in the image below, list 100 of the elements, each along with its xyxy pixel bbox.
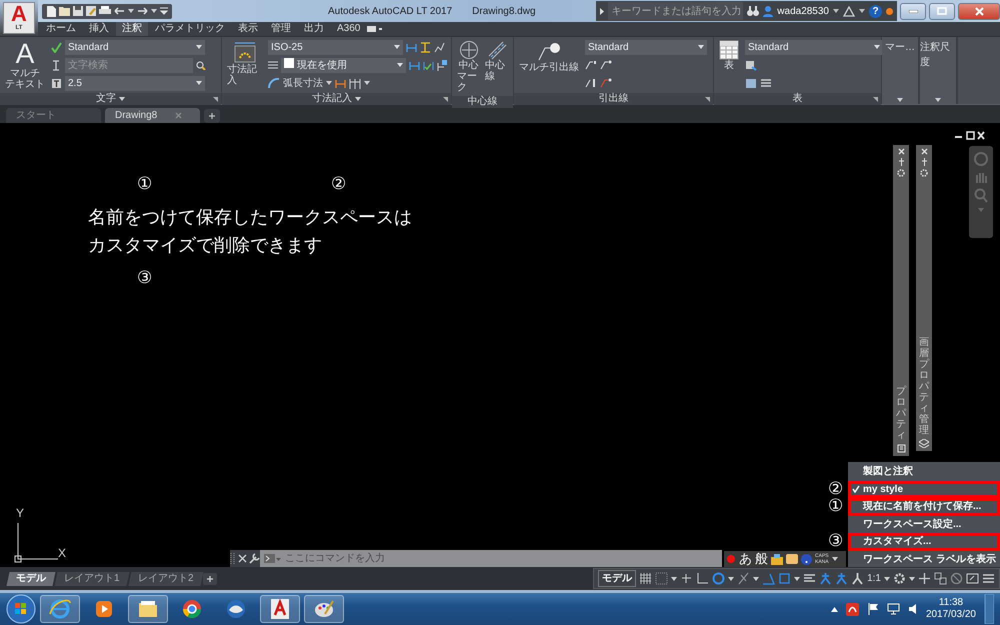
caret-icon[interactable] — [874, 45, 880, 49]
align-leader-icon[interactable] — [585, 78, 597, 88]
grid-icon[interactable] — [639, 572, 652, 585]
pin-icon[interactable] — [920, 158, 928, 166]
caret-icon[interactable] — [909, 576, 915, 580]
ribbon-tab[interactable]: 挿入 — [83, 22, 115, 36]
notebook-icon[interactable] — [786, 554, 798, 564]
printer-icon[interactable] — [99, 6, 111, 16]
toolbox-icon[interactable] — [771, 554, 783, 564]
search-field[interactable]: キーワードまたは語句を入力 — [608, 2, 744, 20]
plus-icon[interactable] — [918, 572, 931, 585]
layout-tab[interactable]: レイアウト1 — [54, 572, 130, 586]
inspect-icon[interactable] — [437, 60, 448, 70]
add-leader-icon[interactable] — [585, 60, 597, 70]
dialog-launcher-icon[interactable] — [213, 97, 218, 102]
panel-title-bar[interactable]: 表 — [714, 93, 881, 105]
text-find-icon[interactable] — [51, 60, 62, 70]
palette-strip[interactable]: プロパティ — [893, 145, 909, 456]
figure-icon[interactable] — [835, 572, 848, 585]
show-desktop-icon[interactable] — [984, 594, 994, 624]
close-icon[interactable] — [236, 554, 248, 563]
figure-icon[interactable] — [819, 572, 832, 585]
ribbon-tab[interactable]: A360 — [331, 22, 366, 36]
taskbar-button[interactable] — [260, 595, 300, 623]
panel-title-bar[interactable]: 寸法記入 — [222, 93, 451, 105]
multiline-text-button[interactable]: A マルチ テキスト — [3, 39, 47, 91]
menu-item[interactable]: 現在に名前を付けて保存... — [848, 498, 1000, 516]
caret-icon[interactable] — [196, 45, 202, 49]
triangle-network-icon[interactable] — [843, 6, 855, 16]
caret-icon[interactable] — [794, 576, 800, 580]
circle-icon[interactable] — [712, 572, 726, 585]
save-icon[interactable] — [73, 6, 83, 16]
dialog-launcher-icon[interactable] — [705, 97, 710, 102]
dimension-icon[interactable] — [334, 78, 346, 88]
redo-icon[interactable] — [137, 7, 148, 15]
caret-icon[interactable] — [326, 81, 332, 85]
layer-dropdown[interactable]: 現在を使用 — [281, 58, 406, 72]
model-space-button[interactable]: モデル — [598, 570, 636, 587]
expand-icon[interactable] — [600, 8, 604, 14]
minimize-button[interactable] — [900, 2, 926, 20]
text-style-dropdown[interactable]: Standard — [65, 40, 205, 54]
viewport-controls-icon[interactable] — [955, 131, 985, 140]
binoculars-icon[interactable] — [747, 6, 760, 16]
layout-tab[interactable]: モデル — [6, 572, 56, 586]
gear-icon[interactable] — [897, 169, 905, 177]
caret-icon[interactable] — [833, 9, 839, 13]
panel-title-bar[interactable]: 中心線 — [452, 96, 513, 108]
corner-icon[interactable] — [696, 572, 710, 585]
maximize-button[interactable] — [929, 2, 955, 20]
stacked-squares-icon[interactable] — [934, 572, 947, 585]
start-button-icon[interactable] — [6, 594, 36, 624]
palette-strip[interactable]: 画層プロパティ管理 — [916, 145, 932, 451]
jog-line-icon[interactable] — [434, 42, 445, 52]
grip-icon[interactable] — [230, 552, 236, 566]
angle-icon[interactable] — [762, 572, 776, 585]
undo-icon[interactable] — [114, 7, 125, 15]
ribbon-tab[interactable]: 出力 — [298, 22, 330, 36]
panel-title-bar[interactable]: 文字 — [0, 93, 221, 105]
centerline-button[interactable]: 中心線 — [483, 39, 510, 83]
center-mark-button[interactable]: 中心 マーク — [455, 39, 482, 94]
clock-time[interactable]: 11:38 — [938, 597, 964, 609]
ribbon-tab[interactable]: 注釈 — [116, 22, 148, 36]
new-tab-plus-icon[interactable] — [204, 109, 220, 123]
leader-style-dropdown[interactable]: Standard — [585, 40, 707, 54]
antivirus-icon[interactable] — [846, 602, 859, 616]
caret-icon[interactable] — [364, 81, 370, 85]
caret-icon[interactable] — [397, 63, 403, 67]
new-layout-plus-icon[interactable] — [203, 572, 218, 584]
lines-icon[interactable] — [803, 572, 816, 585]
taskbar-button[interactable] — [128, 595, 168, 623]
caret-icon[interactable] — [753, 576, 760, 580]
menu-item[interactable]: my style — [848, 480, 1000, 498]
table-style-dropdown[interactable]: Standard — [745, 40, 883, 54]
layer-icon[interactable] — [268, 60, 278, 70]
ribbon-tab[interactable]: 表示 — [232, 22, 264, 36]
menu-item[interactable]: カスタマイズ... — [848, 533, 1000, 550]
menu-item[interactable]: ワークスペース設定... — [848, 516, 1000, 533]
link-data-icon[interactable] — [745, 78, 757, 88]
dimension-button[interactable]: 寸法記入 — [225, 39, 264, 87]
dimension-space-icon[interactable] — [420, 42, 431, 52]
dotted-square-icon[interactable] — [655, 572, 668, 585]
gear-icon[interactable] — [893, 572, 906, 585]
caret-icon[interactable] — [832, 557, 838, 561]
menu-item[interactable]: 製図と注釈 — [848, 463, 1000, 480]
circle-slash-icon[interactable] — [950, 572, 963, 585]
wrench-icon[interactable] — [248, 553, 260, 564]
extract-data-icon[interactable] — [745, 60, 757, 70]
layout-tab[interactable]: レイアウト2 — [128, 572, 203, 586]
collapsed-panel[interactable]: マー… — [882, 37, 920, 104]
ime-dictionary[interactable]: 般 — [755, 552, 768, 566]
folder-icon[interactable] — [59, 6, 70, 16]
help-icon[interactable] — [801, 554, 812, 564]
help-button[interactable]: ? — [869, 4, 882, 18]
new-file-icon[interactable] — [46, 6, 56, 16]
document-tab[interactable]: Drawing8 — [105, 108, 200, 123]
table-button[interactable]: 表 — [717, 39, 741, 72]
collapsed-panel[interactable]: 注釈尺度 — [920, 37, 958, 104]
dialog-launcher-icon[interactable] — [443, 97, 448, 102]
figure-icon[interactable] — [851, 572, 864, 585]
find-icon[interactable] — [196, 60, 206, 70]
